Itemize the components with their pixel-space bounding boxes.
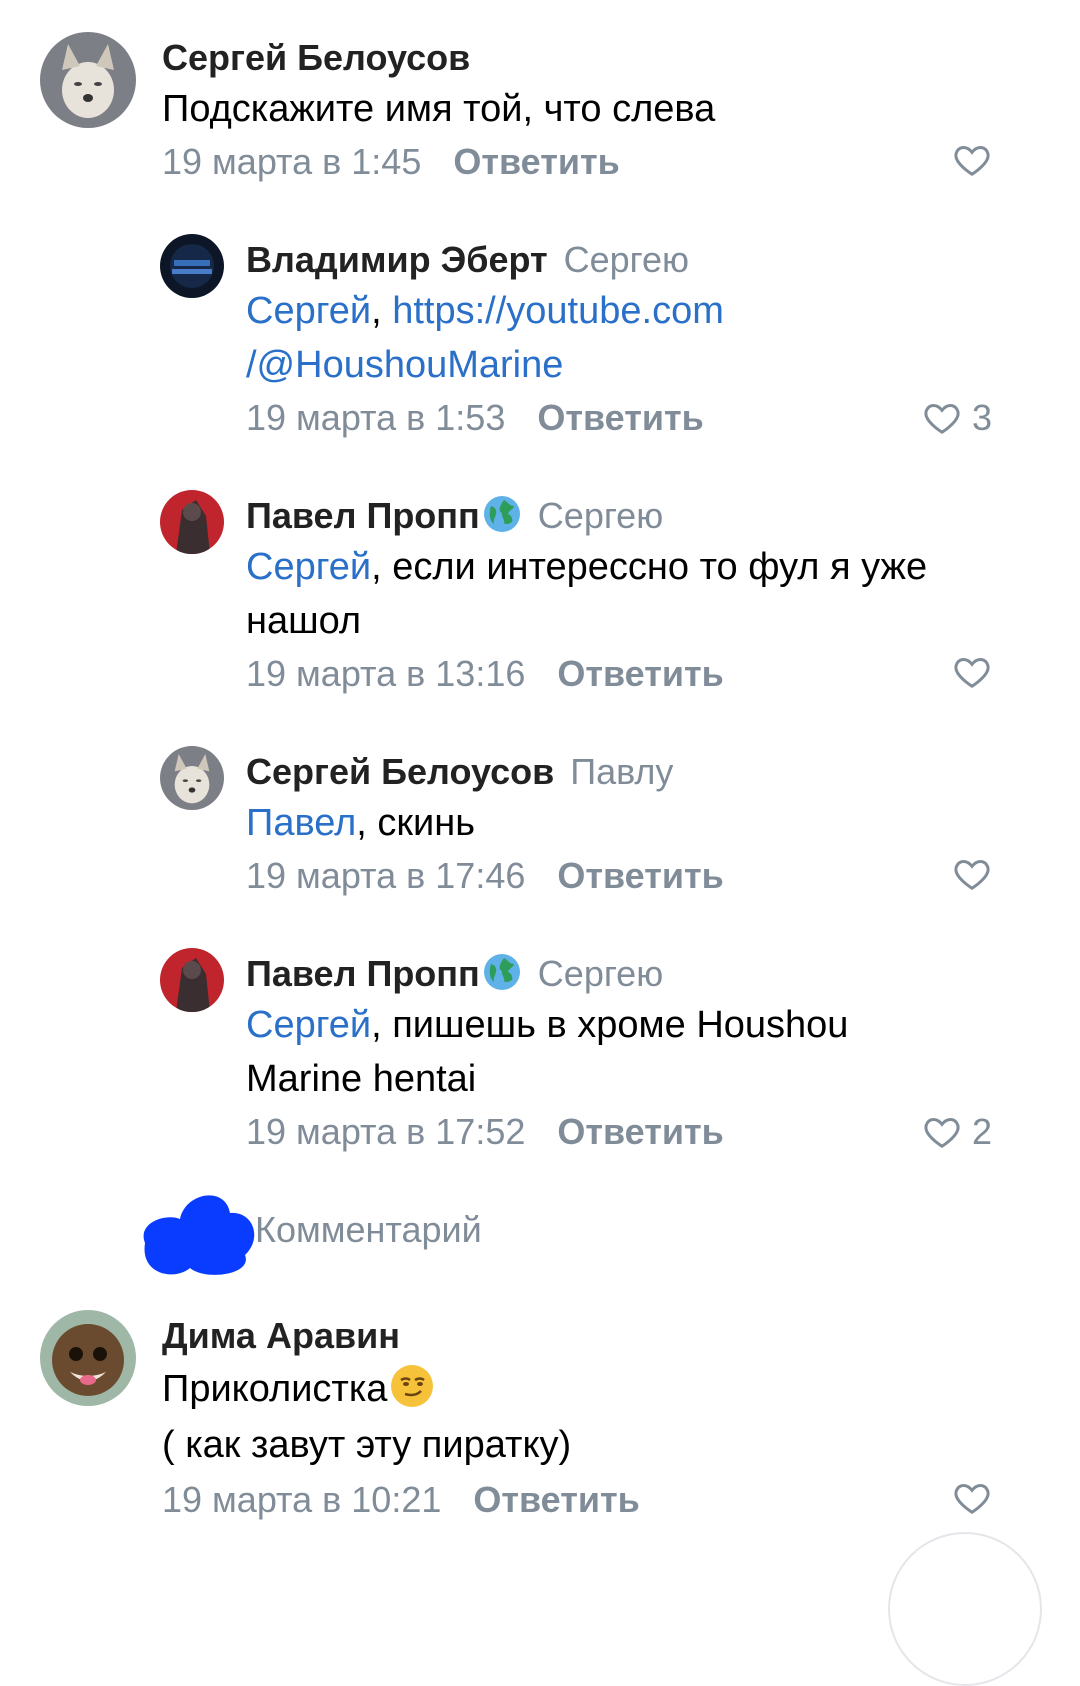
comment-date: 19 марта в 1:45 xyxy=(162,141,422,182)
comment-text-line: Marine hentai xyxy=(246,1058,477,1100)
avatar[interactable] xyxy=(40,1310,136,1406)
url-link[interactable]: /@HoushouMarine xyxy=(246,344,563,386)
heart-icon xyxy=(924,403,960,434)
reply-to-label[interactable]: Сергею xyxy=(538,953,663,994)
comment-text-line: нашол xyxy=(246,600,362,642)
reply-button[interactable]: Ответить xyxy=(453,141,619,182)
reply-button[interactable]: Ответить xyxy=(557,855,723,896)
avatar[interactable] xyxy=(160,948,224,1012)
url-link[interactable]: https://youtube.com xyxy=(392,290,724,332)
author-name[interactable]: Павел Пропп xyxy=(246,495,480,536)
comment-text-line: , пишешь в хроме Houshou xyxy=(371,1004,849,1046)
comment-text-line: Подскажите имя той, что слева xyxy=(162,88,716,130)
comment-date: 19 марта в 1:53 xyxy=(246,397,506,438)
comment-text-line: , если интерессно то фул я уже xyxy=(371,546,928,588)
like-button[interactable] xyxy=(952,1478,992,1518)
comment-text: Приколистка xyxy=(162,1362,435,1417)
reply-button[interactable]: Ответить xyxy=(557,653,723,694)
author-name[interactable]: Сергей Белоусов xyxy=(246,751,554,792)
comment-text: Подскажите имя той, что слева xyxy=(162,82,715,137)
mention-link[interactable]: Сергей xyxy=(246,1004,371,1046)
comment-date: 19 марта в 13:16 xyxy=(246,653,526,694)
like-button[interactable] xyxy=(952,854,992,894)
globe-icon xyxy=(483,496,520,532)
comment-text-line: Приколистка xyxy=(162,1368,388,1410)
avatar[interactable] xyxy=(160,746,224,810)
comment-date: 19 марта в 17:52 xyxy=(246,1111,526,1152)
reply-button[interactable]: Ответить xyxy=(473,1479,639,1520)
reply-button[interactable]: Ответить xyxy=(537,397,703,438)
comment-text-line: ( как завут эту пиратку) xyxy=(162,1424,572,1466)
reply-input-placeholder[interactable]: Комментарий xyxy=(255,1208,482,1252)
globe-icon xyxy=(483,954,520,990)
avatar[interactable] xyxy=(40,32,136,128)
mention-link[interactable]: Павел xyxy=(246,802,356,844)
heart-icon xyxy=(954,859,990,890)
comment-text: Павел, скинь xyxy=(246,796,475,851)
heart-icon xyxy=(954,657,990,688)
author-name[interactable]: Владимир Эберт xyxy=(246,239,548,280)
comment-text: Сергей, пишешь в хроме Houshou xyxy=(246,998,848,1053)
mention-link[interactable]: Сергей xyxy=(246,290,371,332)
like-button[interactable]: 2 xyxy=(922,1110,992,1154)
author-name[interactable]: Сергей Белоусов xyxy=(162,37,470,78)
reply-button[interactable]: Ответить xyxy=(557,1111,723,1152)
heart-icon xyxy=(954,1483,990,1514)
redaction-scribble xyxy=(143,1195,255,1275)
avatar[interactable] xyxy=(160,234,224,298)
heart-icon xyxy=(954,145,990,176)
heart-icon xyxy=(924,1117,960,1148)
author-name[interactable]: Павел Пропп xyxy=(246,953,480,994)
like-button[interactable] xyxy=(952,652,992,692)
avatar[interactable] xyxy=(160,490,224,554)
reply-to-label[interactable]: Павлу xyxy=(570,751,673,792)
like-button[interactable] xyxy=(952,140,992,180)
reply-to-label[interactable]: Сергею xyxy=(564,239,689,280)
author-name[interactable]: Дима Аравин xyxy=(162,1315,400,1356)
comment-date: 19 марта в 17:46 xyxy=(246,855,526,896)
like-button[interactable]: 3 xyxy=(922,396,992,440)
like-count: 3 xyxy=(972,397,993,438)
comment-text-line: , скинь xyxy=(356,802,476,844)
mention-link[interactable]: Сергей xyxy=(246,546,371,588)
floating-button[interactable] xyxy=(888,1532,1042,1686)
reply-to-label[interactable]: Сергею xyxy=(538,495,663,536)
like-count: 2 xyxy=(972,1111,993,1152)
comment-date: 19 марта в 10:21 xyxy=(162,1479,442,1520)
comment-text: Сергей, если интерессно то фул я уже xyxy=(246,540,927,595)
comment-text: Сергей, https://youtube.com xyxy=(246,290,724,332)
smirk-emoji-icon xyxy=(391,1365,434,1407)
